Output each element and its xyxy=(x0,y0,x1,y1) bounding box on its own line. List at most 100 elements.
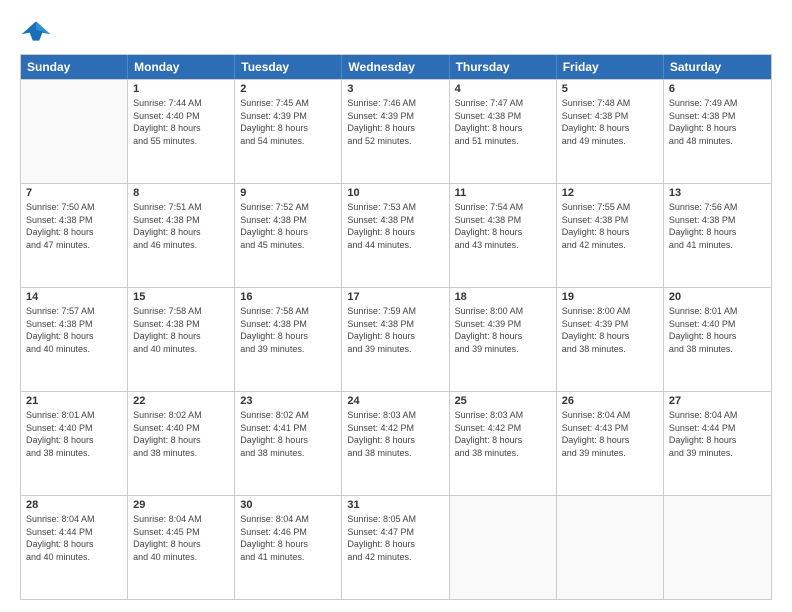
calendar-cell: 1Sunrise: 7:44 AM Sunset: 4:40 PM Daylig… xyxy=(128,80,235,183)
calendar-cell: 23 Sunrise: 8:02 AM Sunset: 4:41 PM Dayli… xyxy=(235,392,342,495)
calendar-cell: 20 Sunrise: 8:01 AM Sunset: 4:40 PM Dayli… xyxy=(664,288,771,391)
calendar-body: 1Sunrise: 7:44 AM Sunset: 4:40 PM Daylig… xyxy=(21,79,771,599)
day-info: Sunrise: 8:04 AM Sunset: 4:43 PM Dayligh… xyxy=(562,409,658,459)
calendar-cell: 12 Sunrise: 7:55 AM Sunset: 4:38 PM Dayli… xyxy=(557,184,664,287)
day-number: 31 xyxy=(347,499,443,511)
day-info: Sunrise: 7:55 AM Sunset: 4:38 PM Dayligh… xyxy=(562,201,658,251)
calendar: SundayMondayTuesdayWednesdayThursdayFrid… xyxy=(20,54,772,600)
calendar-cell: 15 Sunrise: 7:58 AM Sunset: 4:38 PM Dayli… xyxy=(128,288,235,391)
calendar-cell: 11 Sunrise: 7:54 AM Sunset: 4:38 PM Dayli… xyxy=(450,184,557,287)
calendar-cell: 9 Sunrise: 7:52 AM Sunset: 4:38 PM Daylig… xyxy=(235,184,342,287)
day-info: Sunrise: 7:44 AM Sunset: 4:40 PM Dayligh… xyxy=(133,97,229,147)
calendar-row-1: 7 Sunrise: 7:50 AM Sunset: 4:38 PM Daylig… xyxy=(21,183,771,287)
day-info: Sunrise: 8:03 AM Sunset: 4:42 PM Dayligh… xyxy=(455,409,551,459)
calendar-cell: 4 Sunrise: 7:47 AM Sunset: 4:38 PM Daylig… xyxy=(450,80,557,183)
day-info: Sunrise: 7:48 AM Sunset: 4:38 PM Dayligh… xyxy=(562,97,658,147)
day-number: 21 xyxy=(26,395,122,407)
day-info: Sunrise: 8:01 AM Sunset: 4:40 PM Dayligh… xyxy=(669,305,766,355)
calendar-cell: 31Sunrise: 8:05 AM Sunset: 4:47 PM Dayli… xyxy=(342,496,449,599)
day-info: Sunrise: 8:02 AM Sunset: 4:41 PM Dayligh… xyxy=(240,409,336,459)
day-number: 20 xyxy=(669,291,766,303)
day-info: Sunrise: 7:58 AM Sunset: 4:38 PM Dayligh… xyxy=(240,305,336,355)
day-number: 30 xyxy=(240,499,336,511)
calendar-cell: 13 Sunrise: 7:56 AM Sunset: 4:38 PM Dayli… xyxy=(664,184,771,287)
page: SundayMondayTuesdayWednesdayThursdayFrid… xyxy=(0,0,792,612)
day-number: 27 xyxy=(669,395,766,407)
day-number: 4 xyxy=(455,83,551,95)
day-info: Sunrise: 7:58 AM Sunset: 4:38 PM Dayligh… xyxy=(133,305,229,355)
day-number: 29 xyxy=(133,499,229,511)
day-number: 12 xyxy=(562,187,658,199)
day-info: Sunrise: 8:00 AM Sunset: 4:39 PM Dayligh… xyxy=(455,305,551,355)
day-number: 26 xyxy=(562,395,658,407)
day-number: 8 xyxy=(133,187,229,199)
day-info: Sunrise: 7:53 AM Sunset: 4:38 PM Dayligh… xyxy=(347,201,443,251)
day-number: 25 xyxy=(455,395,551,407)
day-number: 17 xyxy=(347,291,443,303)
calendar-cell: 10 Sunrise: 7:53 AM Sunset: 4:38 PM Dayli… xyxy=(342,184,449,287)
calendar-cell: 18 Sunrise: 8:00 AM Sunset: 4:39 PM Dayli… xyxy=(450,288,557,391)
day-info: Sunrise: 7:59 AM Sunset: 4:38 PM Dayligh… xyxy=(347,305,443,355)
day-number: 13 xyxy=(669,187,766,199)
day-info: Sunrise: 7:51 AM Sunset: 4:38 PM Dayligh… xyxy=(133,201,229,251)
day-info: Sunrise: 7:54 AM Sunset: 4:38 PM Dayligh… xyxy=(455,201,551,251)
day-number: 5 xyxy=(562,83,658,95)
calendar-cell: 8 Sunrise: 7:51 AM Sunset: 4:38 PM Daylig… xyxy=(128,184,235,287)
day-info: Sunrise: 8:01 AM Sunset: 4:40 PM Dayligh… xyxy=(26,409,122,459)
calendar-cell: 30 Sunrise: 8:04 AM Sunset: 4:46 PM Dayli… xyxy=(235,496,342,599)
calendar-cell: 22 Sunrise: 8:02 AM Sunset: 4:40 PM Dayli… xyxy=(128,392,235,495)
day-number: 7 xyxy=(26,187,122,199)
day-info: Sunrise: 7:57 AM Sunset: 4:38 PM Dayligh… xyxy=(26,305,122,355)
calendar-cell xyxy=(557,496,664,599)
calendar-header: SundayMondayTuesdayWednesdayThursdayFrid… xyxy=(21,55,771,79)
calendar-header-thursday: Thursday xyxy=(450,55,557,79)
calendar-cell: 16 Sunrise: 7:58 AM Sunset: 4:38 PM Dayli… xyxy=(235,288,342,391)
logo-bird-icon xyxy=(20,18,52,44)
day-info: Sunrise: 8:04 AM Sunset: 4:46 PM Dayligh… xyxy=(240,513,336,563)
day-number: 6 xyxy=(669,83,766,95)
day-info: Sunrise: 8:00 AM Sunset: 4:39 PM Dayligh… xyxy=(562,305,658,355)
calendar-header-wednesday: Wednesday xyxy=(342,55,449,79)
calendar-cell: 25 Sunrise: 8:03 AM Sunset: 4:42 PM Dayli… xyxy=(450,392,557,495)
header xyxy=(20,18,772,44)
day-info: Sunrise: 8:02 AM Sunset: 4:40 PM Dayligh… xyxy=(133,409,229,459)
calendar-cell xyxy=(664,496,771,599)
day-info: Sunrise: 7:49 AM Sunset: 4:38 PM Dayligh… xyxy=(669,97,766,147)
calendar-cell: 28 Sunrise: 8:04 AM Sunset: 4:44 PM Dayli… xyxy=(21,496,128,599)
day-number: 14 xyxy=(26,291,122,303)
day-number: 11 xyxy=(455,187,551,199)
calendar-header-tuesday: Tuesday xyxy=(235,55,342,79)
calendar-cell: 6 Sunrise: 7:49 AM Sunset: 4:38 PM Daylig… xyxy=(664,80,771,183)
day-number: 9 xyxy=(240,187,336,199)
calendar-header-saturday: Saturday xyxy=(664,55,771,79)
logo xyxy=(20,18,56,44)
calendar-cell: 21 Sunrise: 8:01 AM Sunset: 4:40 PM Dayli… xyxy=(21,392,128,495)
day-info: Sunrise: 8:04 AM Sunset: 4:44 PM Dayligh… xyxy=(26,513,122,563)
day-number: 19 xyxy=(562,291,658,303)
day-info: Sunrise: 8:04 AM Sunset: 4:44 PM Dayligh… xyxy=(669,409,766,459)
day-number: 18 xyxy=(455,291,551,303)
day-info: Sunrise: 7:56 AM Sunset: 4:38 PM Dayligh… xyxy=(669,201,766,251)
calendar-cell: 3 Sunrise: 7:46 AM Sunset: 4:39 PM Daylig… xyxy=(342,80,449,183)
day-info: Sunrise: 7:50 AM Sunset: 4:38 PM Dayligh… xyxy=(26,201,122,251)
day-info: Sunrise: 7:52 AM Sunset: 4:38 PM Dayligh… xyxy=(240,201,336,251)
day-number: 10 xyxy=(347,187,443,199)
day-info: Sunrise: 7:47 AM Sunset: 4:38 PM Dayligh… xyxy=(455,97,551,147)
calendar-cell: 24Sunrise: 8:03 AM Sunset: 4:42 PM Dayli… xyxy=(342,392,449,495)
day-number: 15 xyxy=(133,291,229,303)
calendar-row-0: 1Sunrise: 7:44 AM Sunset: 4:40 PM Daylig… xyxy=(21,79,771,183)
calendar-cell: 7 Sunrise: 7:50 AM Sunset: 4:38 PM Daylig… xyxy=(21,184,128,287)
day-number: 23 xyxy=(240,395,336,407)
calendar-header-monday: Monday xyxy=(128,55,235,79)
day-number: 3 xyxy=(347,83,443,95)
day-number: 2 xyxy=(240,83,336,95)
day-number: 22 xyxy=(133,395,229,407)
day-number: 16 xyxy=(240,291,336,303)
calendar-row-2: 14 Sunrise: 7:57 AM Sunset: 4:38 PM Dayli… xyxy=(21,287,771,391)
day-info: Sunrise: 8:04 AM Sunset: 4:45 PM Dayligh… xyxy=(133,513,229,563)
day-info: Sunrise: 7:45 AM Sunset: 4:39 PM Dayligh… xyxy=(240,97,336,147)
calendar-row-3: 21 Sunrise: 8:01 AM Sunset: 4:40 PM Dayli… xyxy=(21,391,771,495)
day-number: 28 xyxy=(26,499,122,511)
calendar-cell xyxy=(450,496,557,599)
day-info: Sunrise: 7:46 AM Sunset: 4:39 PM Dayligh… xyxy=(347,97,443,147)
